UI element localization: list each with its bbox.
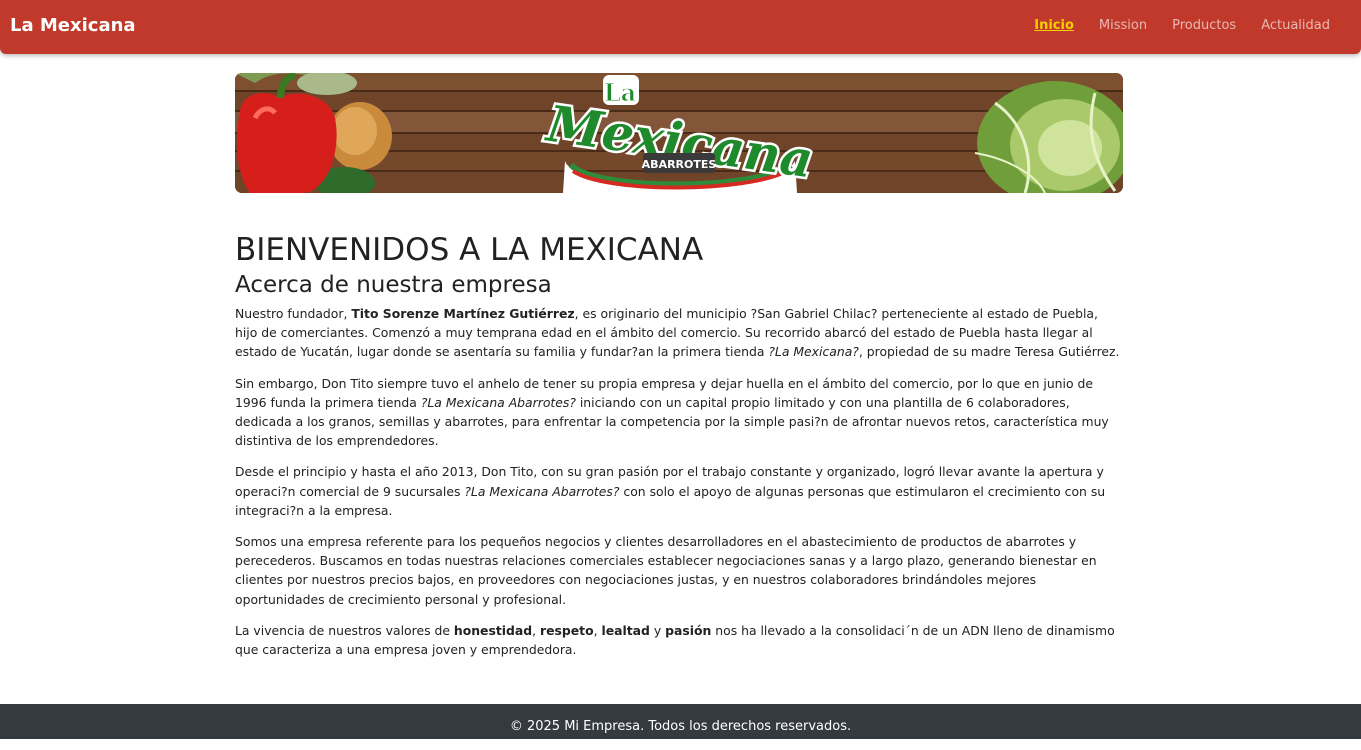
nav-links: Inicio Mission Productos Actualidad — [1009, 18, 1330, 33]
nav-link-actualidad[interactable]: Actualidad — [1261, 18, 1330, 33]
nav-link-productos[interactable]: Productos — [1172, 18, 1236, 33]
brand-link[interactable]: La Mexicana — [10, 15, 136, 36]
nav-link-mission[interactable]: Mission — [1099, 18, 1147, 33]
paragraph-mission: Somos una empresa referente para los peq… — [235, 534, 1097, 607]
value-lealtad: lealtad — [601, 622, 650, 638]
main-content: BIENVENIDOS A LA MEXICANA Acerca de nues… — [235, 232, 1123, 671]
value-respeto: respeto — [540, 622, 594, 638]
nav-link-inicio[interactable]: Inicio — [1034, 18, 1074, 33]
founder-name: Tito Sorenze Martínez Gutiérrez — [351, 306, 575, 321]
footer-copyright: © 2025 Mi Empresa. Todos los derechos re… — [509, 719, 852, 734]
paragraph-history: Sin embargo, Don Tito siempre tuvo el an… — [235, 375, 1109, 449]
value-honestidad: honestidad — [453, 622, 533, 638]
page-title: BIENVENIDOS A LA MEXICANA — [235, 232, 704, 268]
paragraph-values: La vivencia de nuestros valores de hones… — [235, 622, 1115, 658]
value-pasion: pasión — [665, 622, 712, 638]
banner-illustration: La Mexicana ABARROTES — [235, 73, 1123, 193]
section-subtitle: Acerca de nuestra empresa — [235, 272, 552, 298]
paragraph-founder: Nuestro fundador, Tito Sorenze Martínez … — [235, 306, 1120, 360]
footer: © 2025 Mi Empresa. Todos los derechos re… — [0, 704, 1361, 739]
logo-abarrotes-text: ABARROTES — [642, 158, 717, 171]
hero-banner-image: La Mexicana ABARROTES — [235, 73, 1123, 193]
navbar: La Mexicana Inicio Mission Productos Act… — [0, 0, 1361, 54]
paragraph-growth: Desde el principio y hasta el año 2013, … — [235, 464, 1106, 518]
